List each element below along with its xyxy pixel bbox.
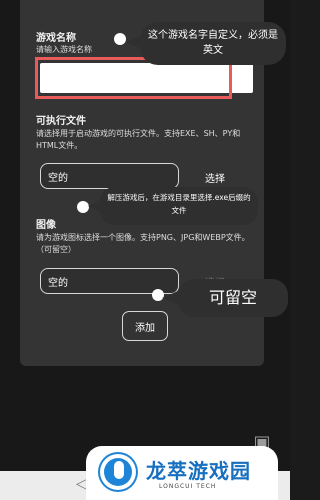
watermark-logo: 龙萃游戏园 LONGCUI TECH: [86, 446, 278, 500]
image-description: 请为游戏图标选择一个图像。支持PNG、JPG和WEBP文件。（可留空）: [36, 233, 250, 254]
game-name-title: 游戏名称: [36, 33, 76, 44]
executable-description: 请选择用于启动游戏的可执行文件。支持EXE、SH、PY和HTML文件。: [36, 129, 241, 150]
add-button[interactable]: 添加: [122, 311, 168, 341]
executable-tip-bubble: 解压游戏后，在游戏目录里选择.exe后缀的文件: [88, 187, 258, 225]
executable-field[interactable]: 空的: [40, 163, 179, 189]
name-tip-dot: [114, 33, 126, 45]
image-title: 图像: [36, 220, 56, 231]
name-tip-bubble: 这个游戏名字自定义，必须是英文: [126, 22, 286, 65]
watermark-subtitle: LONGCUI TECH: [159, 483, 217, 490]
executable-title: 可执行文件: [36, 116, 86, 127]
watermark-title: 龙萃游戏园: [146, 459, 251, 483]
logo-icon: [100, 454, 136, 490]
image-tip-bubble: 可留空: [162, 279, 288, 317]
executable-select-button[interactable]: 选择: [205, 170, 225, 185]
